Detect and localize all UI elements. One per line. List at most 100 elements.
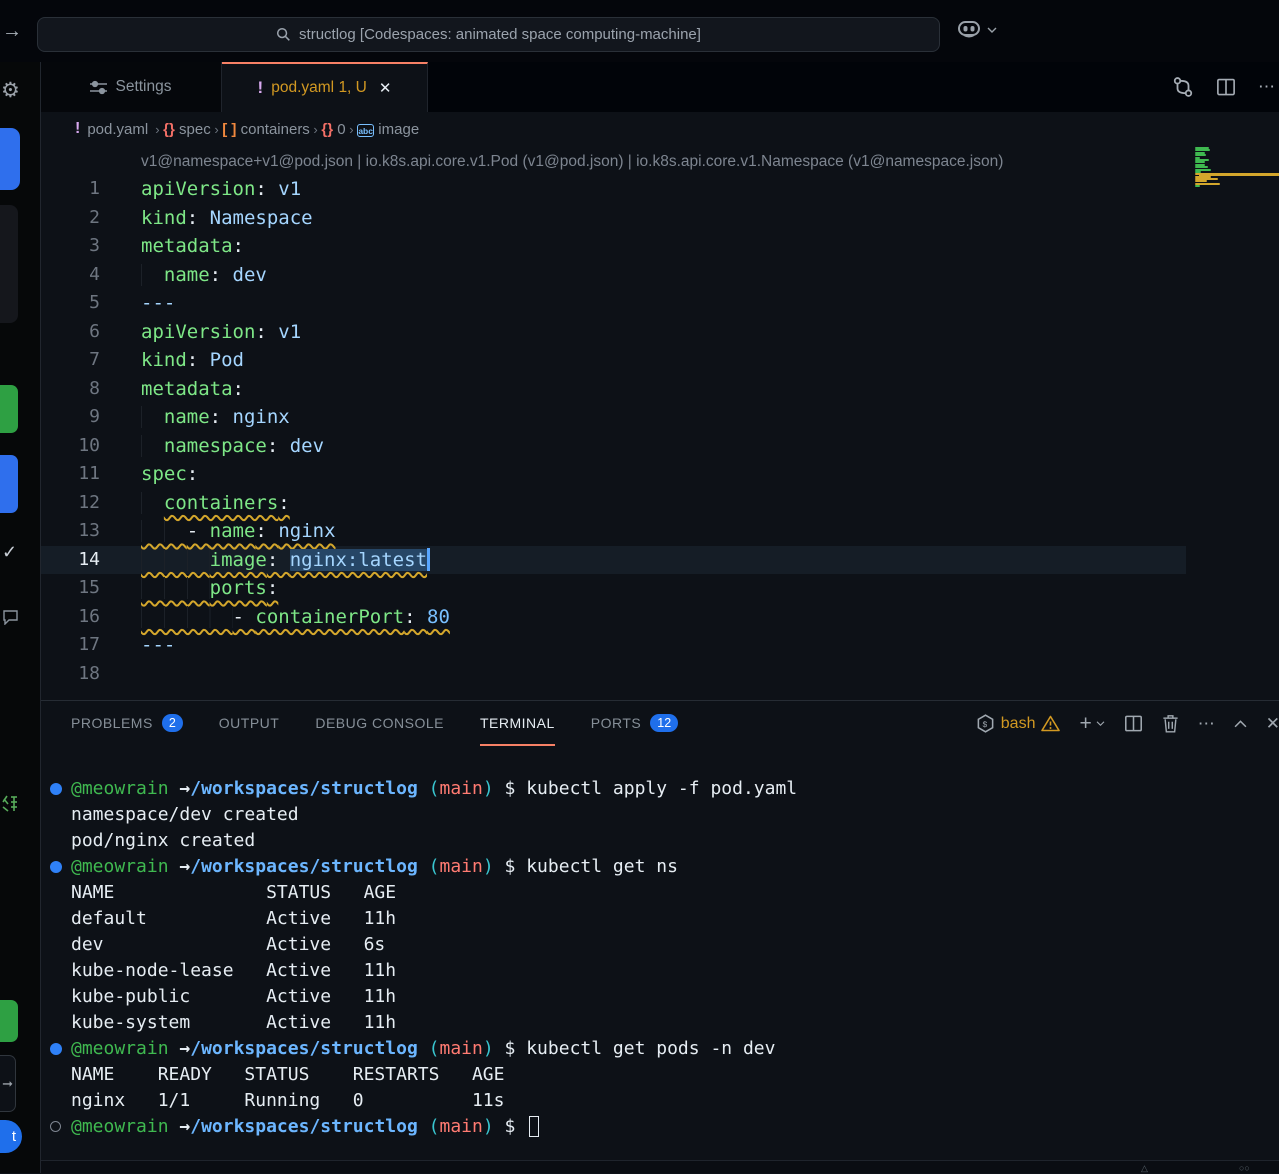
- left-strip-nav-button[interactable]: ➞: [0, 1055, 16, 1112]
- code-line-15[interactable]: 15 ports:: [41, 574, 1279, 603]
- breadcrumb-separator: ›: [211, 122, 223, 137]
- minimap[interactable]: [1195, 147, 1225, 190]
- line-number: 13: [41, 517, 100, 546]
- symbol-icon: abc: [357, 124, 374, 137]
- close-panel-icon[interactable]: ✕: [1266, 714, 1279, 734]
- breadcrumb-separator: ›: [155, 122, 163, 137]
- left-strip-blue-pill[interactable]: t: [0, 1120, 22, 1153]
- yaml-schema-hint[interactable]: v1@namespace+v1@pod.json | io.k8s.api.co…: [141, 149, 1003, 175]
- code-line-16[interactable]: 16 - containerPort: 80: [41, 603, 1279, 632]
- command-success-decoration[interactable]: [50, 861, 62, 873]
- code-line-3[interactable]: 3metadata:: [41, 232, 1279, 261]
- code-line-9[interactable]: 9 name: nginx: [41, 403, 1279, 432]
- code-line-12[interactable]: 12 containers:: [41, 489, 1279, 518]
- terminal-output-line: dev Active 6s: [41, 932, 1279, 958]
- more-actions-icon[interactable]: ⋯: [1198, 714, 1215, 734]
- terminal[interactable]: @meowrain →/workspaces/structlog (main) …: [41, 746, 1279, 1160]
- breadcrumb-item[interactable]: spec: [175, 121, 211, 138]
- forward-arrow-icon[interactable]: →: [2, 20, 22, 43]
- tab-pod-yaml-label: pod.yaml 1, U: [271, 79, 367, 97]
- more-actions-icon[interactable]: ⋯: [1258, 77, 1275, 97]
- panel-tab-problems[interactable]: PROBLEMS2: [71, 701, 183, 746]
- code-line-13[interactable]: 13 - name: nginx: [41, 517, 1279, 546]
- code-line-18[interactable]: 18: [41, 660, 1279, 689]
- minimap-warning-ruler: [1199, 173, 1279, 176]
- breadcrumb-item[interactable]: image: [374, 121, 419, 138]
- warning-icon: [1041, 715, 1060, 732]
- code-line-11[interactable]: 11spec:: [41, 460, 1279, 489]
- left-strip-blue-block-2[interactable]: [0, 455, 18, 513]
- check-icon: ✓: [2, 542, 17, 563]
- vscode-main: Settings ! pod.yaml 1, U ✕ ⋯ ! pod.yaml …: [41, 62, 1279, 1173]
- copilot-menu[interactable]: [956, 19, 997, 41]
- left-strip-green-block-2[interactable]: [0, 1000, 18, 1042]
- tab-settings[interactable]: Settings: [41, 62, 222, 112]
- tab-pod-yaml[interactable]: ! pod.yaml 1, U ✕: [222, 62, 428, 112]
- line-number: 8: [41, 375, 100, 404]
- code-line-14[interactable]: 14 image: nginx:latest: [41, 546, 1279, 575]
- code-line-6[interactable]: 6apiVersion: v1: [41, 318, 1279, 347]
- maximize-panel-icon[interactable]: [1234, 719, 1247, 728]
- code-line-4[interactable]: 4 name: dev: [41, 261, 1279, 290]
- terminal-output-line: namespace/dev created: [41, 802, 1279, 828]
- panel-tab-label: DEBUG CONSOLE: [315, 715, 444, 731]
- command-success-decoration[interactable]: [50, 1043, 62, 1055]
- command-success-decoration[interactable]: [50, 783, 62, 795]
- line-number: 17: [41, 631, 100, 660]
- left-strip-blue-block-1[interactable]: [0, 128, 20, 190]
- line-number: 1: [41, 175, 100, 204]
- code-line-2[interactable]: 2kind: Namespace: [41, 204, 1279, 233]
- code-line-10[interactable]: 10 namespace: dev: [41, 432, 1279, 461]
- new-terminal-icon[interactable]: +: [1079, 712, 1091, 736]
- code-editor[interactable]: v1@namespace+v1@pod.json | io.k8s.api.co…: [41, 146, 1279, 700]
- left-strip: ⚙ ✓ ➞ t: [0, 62, 41, 1173]
- line-number: 3: [41, 232, 100, 261]
- line-number: 7: [41, 346, 100, 375]
- terminal-prompt-line: @meowrain →/workspaces/structlog (main) …: [41, 1114, 1279, 1140]
- symbol-icon: {}: [163, 121, 175, 138]
- code-line-1[interactable]: 1apiVersion: v1: [41, 175, 1279, 204]
- line-number: 14: [41, 546, 100, 575]
- left-strip-green-block-1[interactable]: [0, 385, 18, 433]
- terminal-instance[interactable]: $ bash: [976, 714, 1061, 733]
- minimap-line: [1195, 154, 1206, 156]
- panel-tab-terminal[interactable]: TERMINAL: [480, 701, 555, 746]
- bottom-panel: PROBLEMS2 OUTPUT DEBUG CONSOLE TERMINAL PORT…: [41, 700, 1279, 1160]
- chevron-down-icon[interactable]: [1096, 720, 1105, 727]
- minimap-line: [1195, 188, 1197, 190]
- code-lines: 1apiVersion: v12kind: Namespace3metadata…: [41, 175, 1279, 688]
- panel-tab-output[interactable]: OUTPUT: [219, 701, 280, 746]
- terminal-output-line: kube-system Active 11h: [41, 1010, 1279, 1036]
- breadcrumb-file[interactable]: pod.yaml: [87, 121, 148, 138]
- terminal-output-line: default Active 11h: [41, 906, 1279, 932]
- bash-icon: $: [976, 714, 995, 733]
- gear-icon[interactable]: ⚙: [1, 78, 20, 103]
- statusbar-stub-icon: △: [1141, 1163, 1148, 1174]
- code-line-5[interactable]: 5---: [41, 289, 1279, 318]
- breadcrumb-item[interactable]: containers: [236, 121, 309, 138]
- tab-settings-label: Settings: [115, 78, 171, 96]
- trash-icon[interactable]: [1162, 714, 1179, 733]
- open-changes-icon[interactable]: [1172, 76, 1194, 98]
- breadcrumb[interactable]: ! pod.yaml › {} spec › [ ] containers › …: [41, 112, 1279, 146]
- terminal-prompt-line: @meowrain →/workspaces/structlog (main) …: [41, 854, 1279, 880]
- panel-tab-ports[interactable]: PORTS12: [591, 701, 678, 746]
- line-number: 5: [41, 289, 100, 318]
- code-line-17[interactable]: 17---: [41, 631, 1279, 660]
- breadcrumb-item[interactable]: 0: [333, 121, 346, 138]
- panel-tab-label: TERMINAL: [480, 715, 555, 731]
- command-center-search[interactable]: structlog [Codespaces: animated space co…: [37, 17, 940, 52]
- terminal-output-line: NAME READY STATUS RESTARTS AGE: [41, 1062, 1279, 1088]
- breadcrumb-problem-icon: !: [75, 120, 80, 138]
- split-panel-icon[interactable]: [1124, 714, 1143, 733]
- code-line-8[interactable]: 8metadata:: [41, 375, 1279, 404]
- terminal-output-line: pod/nginx created: [41, 828, 1279, 854]
- code-line-7[interactable]: 7kind: Pod: [41, 346, 1279, 375]
- panel-tab-debug-console[interactable]: DEBUG CONSOLE: [315, 701, 444, 746]
- panel-tab-label: OUTPUT: [219, 715, 280, 731]
- line-number: 15: [41, 574, 100, 603]
- command-pending-decoration[interactable]: [50, 1121, 61, 1132]
- comment-icon[interactable]: [2, 610, 19, 625]
- close-icon[interactable]: ✕: [379, 79, 392, 97]
- split-editor-icon[interactable]: [1216, 77, 1236, 97]
